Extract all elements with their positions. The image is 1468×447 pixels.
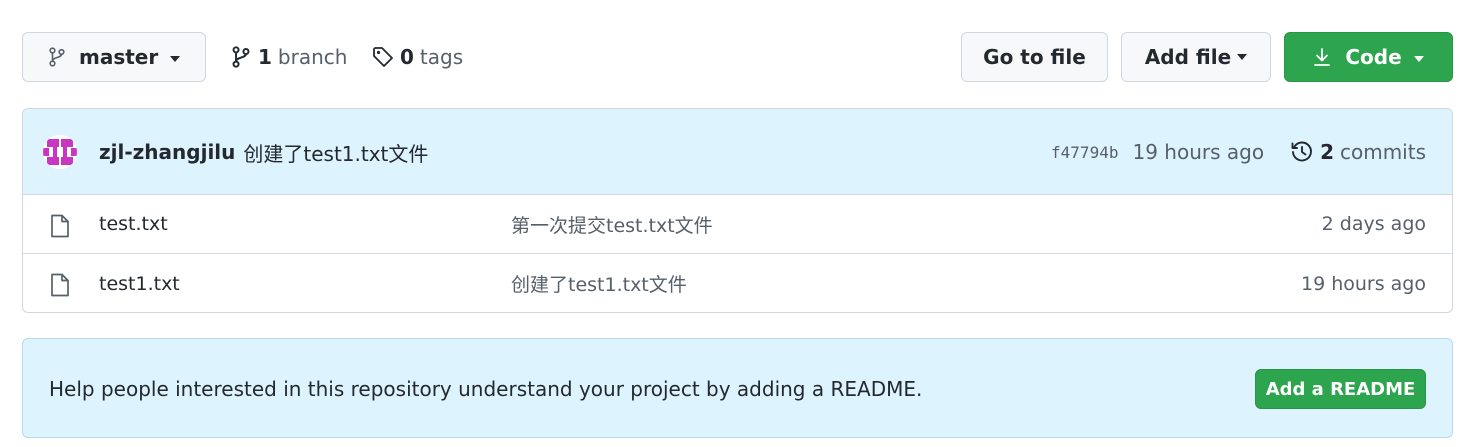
- tag-icon: [372, 46, 394, 68]
- history-icon: [1290, 140, 1314, 164]
- repo-toolbar: master 1 branch 0 tags Go to file Add fi…: [22, 32, 1453, 82]
- commit-time: 19 hours ago: [1132, 140, 1265, 164]
- caret-down-icon: [1237, 54, 1248, 60]
- latest-commit-bar: zjl-zhangjilu 创建了test1.txt文件 f47794b 19 …: [23, 109, 1452, 195]
- commit-count: 2: [1320, 140, 1334, 164]
- file-icon: [49, 214, 71, 238]
- branch-count-label: branch: [277, 45, 348, 69]
- git-branch-icon: [232, 46, 250, 68]
- branch-name: master: [79, 45, 159, 69]
- file-commit-message-link[interactable]: 创建了test1.txt文件: [511, 270, 687, 297]
- table-row: test1.txt 创建了test1.txt文件 19 hours ago: [23, 254, 1452, 312]
- readme-banner: Help people interested in this repositor…: [22, 338, 1453, 438]
- tags-link[interactable]: 0 tags: [372, 32, 463, 82]
- code-button[interactable]: Code: [1284, 32, 1453, 82]
- download-icon: [1313, 47, 1331, 67]
- commit-message-link[interactable]: 创建了test1.txt文件: [243, 138, 428, 167]
- latest-commit-details: f47794b 19 hours ago 2 commits: [1051, 109, 1426, 195]
- repo-code-view: master 1 branch 0 tags Go to file Add fi…: [0, 0, 1468, 447]
- commit-sha-link[interactable]: f47794b: [1051, 143, 1118, 162]
- branch-select-button[interactable]: master: [22, 32, 206, 82]
- latest-commit-message: zjl-zhangjilu 创建了test1.txt文件: [99, 109, 428, 195]
- avatar[interactable]: [43, 135, 77, 169]
- table-row: test.txt 第一次提交test.txt文件 2 days ago: [23, 195, 1452, 254]
- caret-down-icon: [1413, 55, 1424, 62]
- add-file-label: Add file: [1144, 45, 1232, 69]
- commit-author-link[interactable]: zjl-zhangjilu: [99, 140, 235, 164]
- add-file-button[interactable]: Add file: [1121, 32, 1271, 82]
- commits-history-link[interactable]: 2 commits: [1290, 140, 1426, 164]
- branches-link[interactable]: 1 branch: [232, 32, 347, 82]
- file-age: 19 hours ago: [1300, 272, 1426, 295]
- file-name-link[interactable]: test.txt: [99, 213, 168, 235]
- commits-label: commits: [1339, 140, 1426, 164]
- tag-count-label: tags: [419, 45, 464, 69]
- caret-down-icon: [170, 55, 181, 62]
- file-commit-message-link[interactable]: 第一次提交test.txt文件: [511, 211, 713, 238]
- file-list: zjl-zhangjilu 创建了test1.txt文件 f47794b 19 …: [22, 108, 1453, 313]
- git-branch-icon: [49, 47, 65, 67]
- file-age: 2 days ago: [1321, 213, 1426, 235]
- readme-banner-text: Help people interested in this repositor…: [49, 377, 923, 401]
- file-name-link[interactable]: test1.txt: [99, 273, 180, 295]
- branch-count: 1: [258, 45, 272, 69]
- tag-count: 0: [400, 45, 414, 69]
- add-readme-button[interactable]: Add a README: [1255, 369, 1426, 409]
- go-to-file-button[interactable]: Go to file: [961, 32, 1108, 82]
- code-button-label: Code: [1345, 45, 1402, 69]
- file-icon: [49, 273, 71, 297]
